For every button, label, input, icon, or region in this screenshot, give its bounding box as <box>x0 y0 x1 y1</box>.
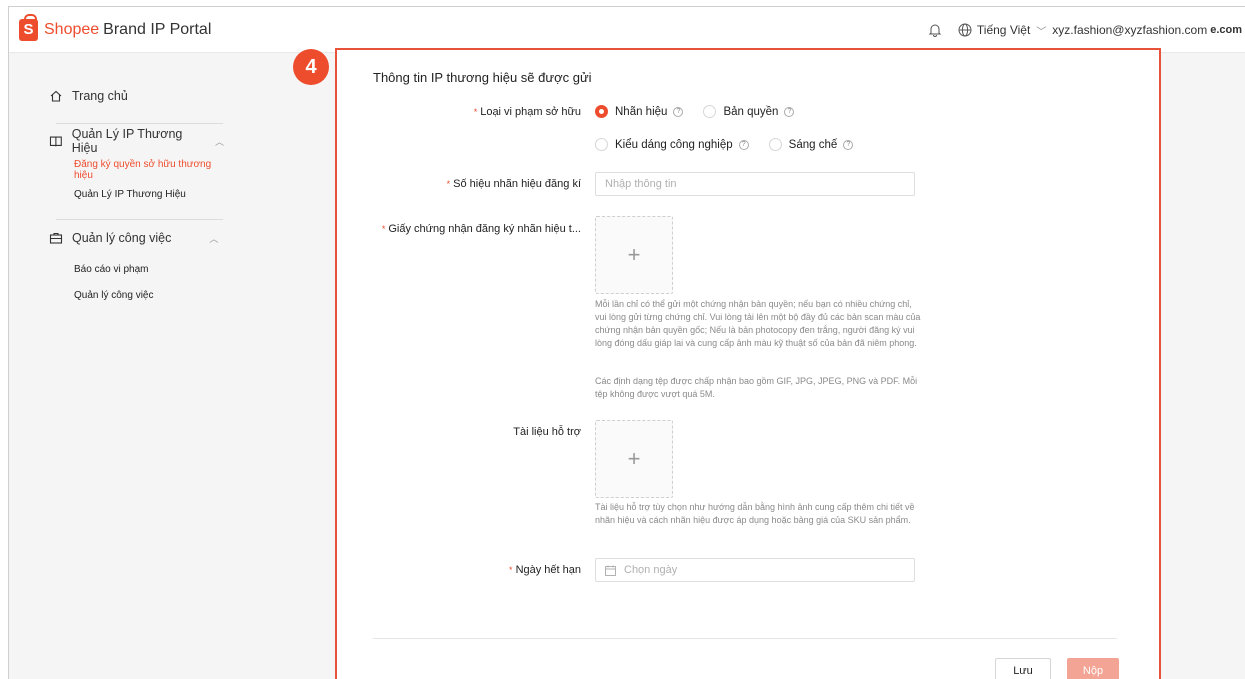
top-header: S Shopee Brand IP Portal Tiếng Việt ﹀ xy… <box>9 7 1245 53</box>
sidebar-subitem-task-management[interactable]: Quản lý công việc <box>49 284 224 306</box>
violation-radio-row-2: Kiểu dáng công nghiệp ? Sáng chế ? <box>595 138 873 151</box>
certificate-upload[interactable]: + <box>595 216 673 294</box>
radio-label-patent[interactable]: Sáng chế <box>789 139 838 151</box>
support-docs-label: Tài liệu hỗ trợ <box>513 426 581 438</box>
sidebar-subitem-violation-report[interactable]: Báo cáo vi phạm <box>49 258 224 280</box>
support-docs-upload[interactable]: + <box>595 420 673 498</box>
chevron-up-icon[interactable]: ︿ <box>209 232 218 245</box>
sidebar-divider <box>56 219 223 220</box>
step-badge: 4 <box>293 49 329 85</box>
radio-patent[interactable] <box>768 138 782 151</box>
sidebar-item-work[interactable]: Quản lý công việc ︿ <box>49 228 224 248</box>
plus-icon: + <box>627 242 641 267</box>
user-email[interactable]: xyz.fashion@xyzfashion.com <box>1052 23 1207 37</box>
certificate-hint: Mỗi lần chỉ có thể gửi một chứng nhận bả… <box>595 299 921 348</box>
chevron-down-icon[interactable]: ﹀ <box>1036 23 1046 38</box>
radio-label-trademark[interactable]: Nhãn hiệu <box>615 106 667 118</box>
sidebar: Trang chủ Quản Lý IP Thương Hiệu ︿ Đăng … <box>9 54 331 679</box>
sidebar-item-label: Quản Lý IP Thương Hiệu <box>71 127 183 155</box>
language-selector[interactable]: Tiếng Việt <box>977 23 1030 37</box>
submit-button[interactable]: Nộp <box>1067 658 1119 679</box>
help-icon[interactable]: ? <box>673 106 684 117</box>
expiry-date-placeholder: Chọn ngày <box>624 564 678 576</box>
radio-trademark[interactable] <box>595 105 608 118</box>
sidebar-item-home[interactable]: Trang chủ <box>49 86 224 106</box>
chevron-up-icon[interactable]: ︿ <box>215 135 224 148</box>
expiry-date-picker[interactable]: Chọn ngày <box>595 558 915 582</box>
sidebar-divider <box>56 123 223 124</box>
radio-copyright[interactable] <box>703 105 717 118</box>
expiry-date-label: * Ngày hết hạn <box>509 564 581 576</box>
book-icon <box>49 136 62 147</box>
sidebar-subitem-register-brand[interactable]: Đăng ký quyền sở hữu thương hiệu <box>49 159 224 181</box>
globe-icon[interactable] <box>958 23 972 37</box>
sidebar-subitem-manage-brand[interactable]: Quản Lý IP Thương Hiệu <box>49 183 224 205</box>
calendar-icon <box>605 565 616 576</box>
briefcase-icon <box>49 232 63 244</box>
sidebar-item-brand-ip[interactable]: Quản Lý IP Thương Hiệu ︿ <box>49 127 224 155</box>
support-docs-hint: Tài liệu hỗ trợ tùy chọn như hướng dẫn b… <box>595 502 915 525</box>
footer-divider <box>373 638 1117 639</box>
trademark-number-input[interactable] <box>595 172 915 196</box>
form-title: Thông tin IP thương hiệu sẽ được gửi <box>373 70 592 85</box>
sidebar-item-label: Trang chủ <box>72 89 128 103</box>
app-window: S Shopee Brand IP Portal Tiếng Việt ﹀ xy… <box>8 6 1245 679</box>
brand-name: Shopee <box>44 20 100 38</box>
plus-icon: + <box>627 446 641 471</box>
radio-label-industrial-design[interactable]: Kiểu dáng công nghiệp <box>615 139 733 151</box>
sidebar-home-group: Trang chủ <box>49 86 224 106</box>
help-icon[interactable]: ? <box>784 106 795 117</box>
form-card: Thông tin IP thương hiệu sẽ được gửi * Lo… <box>335 48 1161 679</box>
sidebar-item-label: Quản lý công việc <box>72 231 172 245</box>
sidebar-work-group: Quản lý công việc ︿ Báo cáo vi phạm Quản… <box>49 228 224 306</box>
header-actions: Tiếng Việt ﹀ xyz.fashion@xyzfashion.com … <box>928 7 1242 53</box>
shopee-logo[interactable]: S Shopee Brand IP Portal <box>19 13 212 41</box>
sidebar-brand-ip-group: Quản Lý IP Thương Hiệu ︿ Đăng ký quyền s… <box>49 127 224 205</box>
certificate-label: * Giấy chứng nhận đăng ký nhãn hiệu t... <box>381 223 581 235</box>
trademark-number-label: * Số hiệu nhãn hiệu đăng kí <box>446 178 581 190</box>
portal-name: Brand IP Portal <box>103 20 212 38</box>
home-icon <box>50 90 62 102</box>
bell-icon[interactable] <box>928 23 942 37</box>
shopee-bag-icon: S <box>19 13 38 41</box>
radio-label-copyright[interactable]: Bản quyền <box>723 106 778 118</box>
save-button[interactable]: Lưu <box>995 658 1051 679</box>
violation-type-label: * Loại vi phạm sở hữu <box>473 106 581 118</box>
help-icon[interactable]: ? <box>738 139 749 150</box>
certificate-format-hint: Các định dạng tệp được chấp nhận bao gồm… <box>595 376 918 399</box>
violation-radio-row-1: Nhãn hiệu ? Bản quyền ? <box>595 105 814 118</box>
shop-suffix: e.com <box>1210 24 1242 36</box>
help-icon[interactable]: ? <box>843 139 854 150</box>
radio-industrial-design[interactable] <box>595 138 608 151</box>
